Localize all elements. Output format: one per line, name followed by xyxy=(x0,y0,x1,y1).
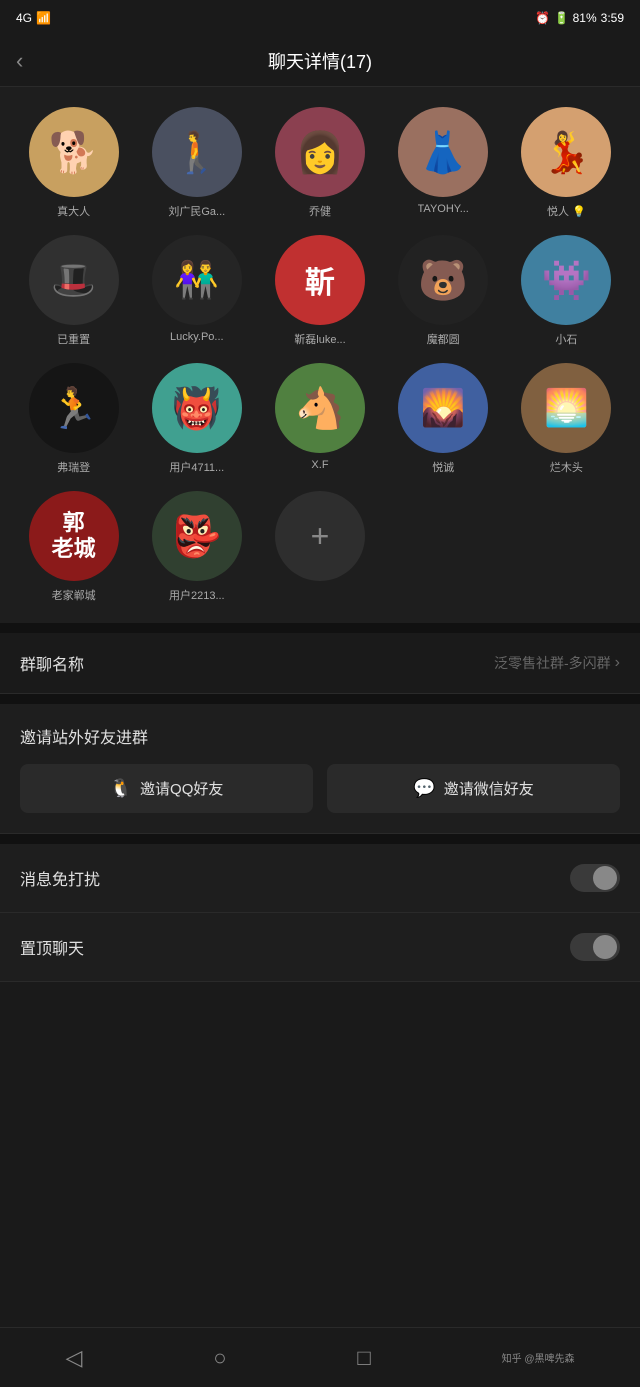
member-avatar: 靳 xyxy=(275,235,365,325)
wifi-icon: 📶 xyxy=(36,11,51,25)
nav-recents[interactable]: □ xyxy=(357,1345,370,1371)
wechat-icon: 💬 xyxy=(413,778,435,799)
member-avatar: 💃 xyxy=(521,107,611,197)
member-item[interactable]: 郭 老城老家郸城 xyxy=(16,491,131,603)
member-name: 弗瑞登 xyxy=(57,459,90,475)
member-item[interactable]: 🌅 烂木头 xyxy=(509,363,624,475)
member-name: 靳磊luke... xyxy=(294,331,345,347)
divider-2 xyxy=(0,694,640,704)
member-avatar: 👹 xyxy=(152,363,242,453)
member-name: 魔都圆 xyxy=(427,331,460,347)
member-avatar: 👫 xyxy=(152,235,242,325)
member-avatar: 👺 xyxy=(152,491,242,581)
chevron-icon: › xyxy=(615,654,620,672)
time: 3:59 xyxy=(601,11,624,25)
add-member-item[interactable]: + xyxy=(262,491,377,603)
status-right: ⏰ 🔋 81% 3:59 xyxy=(535,11,624,25)
member-avatar: 👾 xyxy=(521,235,611,325)
member-item[interactable]: 👾 小石 xyxy=(509,235,624,347)
nav-home[interactable]: ○ xyxy=(213,1345,226,1371)
nav-brand: 知乎 @黑啤先森 xyxy=(502,1350,575,1365)
member-avatar: 🐻 xyxy=(398,235,488,325)
nav-back-icon: ◁ xyxy=(65,1345,82,1371)
member-name: X.F xyxy=(311,459,328,471)
member-name: 已重置 xyxy=(57,331,90,347)
nav-brand-label: 知乎 @黑啤先森 xyxy=(502,1350,575,1365)
member-name: 乔健 xyxy=(309,203,331,219)
back-button[interactable]: ‹ xyxy=(16,48,23,74)
member-name: 真大人 xyxy=(57,203,90,219)
member-item[interactable]: 💃 悦人 💡 xyxy=(509,107,624,219)
invite-buttons: 🐧 邀请QQ好友 💬 邀请微信好友 xyxy=(20,764,620,813)
member-item[interactable]: 👫 Lucky.Po... xyxy=(139,235,254,347)
member-item[interactable]: 👺 用户2213... xyxy=(139,491,254,603)
member-name: TAYOHY... xyxy=(418,203,469,215)
alarm-icon: ⏰ xyxy=(535,11,550,25)
member-name: 刘广民Ga... xyxy=(168,203,225,219)
members-grid: 🐕 真大人 🚶 刘广民Ga... 👩 乔健 👗 TAYOHY... 💃 悦人 💡 🎩 已重置 👫 Luck… xyxy=(16,107,624,603)
member-avatar: 🎩 xyxy=(29,235,119,325)
member-item[interactable]: 🐕 真大人 xyxy=(16,107,131,219)
member-name: Lucky.Po... xyxy=(170,331,224,343)
member-name: 老家郸城 xyxy=(52,587,96,603)
member-item[interactable]: 🏃 弗瑞登 xyxy=(16,363,131,475)
member-item[interactable]: 靳靳磊luke... xyxy=(262,235,377,347)
nav-back[interactable]: ◁ xyxy=(65,1345,82,1371)
bottom-spacer xyxy=(0,982,640,1062)
divider-1 xyxy=(0,623,640,633)
invite-qq-button[interactable]: 🐧 邀请QQ好友 xyxy=(20,764,313,813)
bottom-nav: ◁ ○ □ 知乎 @黑啤先森 xyxy=(0,1327,640,1387)
signal-icon: 4G xyxy=(16,11,32,25)
member-avatar: 👩 xyxy=(275,107,365,197)
member-item[interactable]: 🚶 刘广民Ga... xyxy=(139,107,254,219)
member-name: 烂木头 xyxy=(550,459,583,475)
nav-home-icon: ○ xyxy=(213,1345,226,1371)
group-name-value: 泛零售社群-多闪群 › xyxy=(494,653,620,673)
mute-row: 消息免打扰 xyxy=(0,844,640,913)
add-member-button[interactable]: + xyxy=(275,491,365,581)
member-avatar: 👗 xyxy=(398,107,488,197)
mute-toggle-thumb xyxy=(593,866,617,890)
member-avatar: 郭 老城 xyxy=(29,491,119,581)
member-name: 用户2213... xyxy=(169,587,225,603)
member-avatar: 🐴 xyxy=(275,363,365,453)
nav-recents-icon: □ xyxy=(357,1345,370,1371)
member-item[interactable]: 👗 TAYOHY... xyxy=(386,107,501,219)
pin-toggle[interactable] xyxy=(570,933,620,961)
mute-label: 消息免打扰 xyxy=(20,866,100,890)
pin-row: 置顶聊天 xyxy=(0,913,640,982)
member-name: 悦人 💡 xyxy=(547,203,586,219)
invite-title: 邀请站外好友进群 xyxy=(20,724,620,748)
member-name: 悦诚 xyxy=(432,459,454,475)
member-avatar: 🚶 xyxy=(152,107,242,197)
status-left: 4G 📶 xyxy=(16,11,51,25)
pin-label: 置顶聊天 xyxy=(20,935,84,959)
member-item[interactable]: 🌄 悦诚 xyxy=(386,363,501,475)
member-item[interactable]: 👹 用户4711... xyxy=(139,363,254,475)
header: ‹ 聊天详情(17) xyxy=(0,36,640,87)
members-section: 🐕 真大人 🚶 刘广民Ga... 👩 乔健 👗 TAYOHY... 💃 悦人 💡 🎩 已重置 👫 Luck… xyxy=(0,87,640,623)
member-item[interactable]: 👩 乔健 xyxy=(262,107,377,219)
member-avatar: 🌅 xyxy=(521,363,611,453)
invite-wechat-button[interactable]: 💬 邀请微信好友 xyxy=(327,764,620,813)
mute-toggle[interactable] xyxy=(570,864,620,892)
qq-icon: 🐧 xyxy=(110,778,132,799)
member-item[interactable]: 🐴 X.F xyxy=(262,363,377,475)
invite-section: 邀请站外好友进群 🐧 邀请QQ好友 💬 邀请微信好友 xyxy=(0,704,640,834)
member-name: 小石 xyxy=(555,331,577,347)
pin-toggle-thumb xyxy=(593,935,617,959)
page-title: 聊天详情(17) xyxy=(268,48,372,74)
member-name: 用户4711... xyxy=(169,459,224,475)
member-item[interactable]: 🎩 已重置 xyxy=(16,235,131,347)
status-bar: 4G 📶 ⏰ 🔋 81% 3:59 xyxy=(0,0,640,36)
member-avatar: 🏃 xyxy=(29,363,119,453)
divider-3 xyxy=(0,834,640,844)
group-name-label: 群聊名称 xyxy=(20,651,84,675)
member-avatar: 🌄 xyxy=(398,363,488,453)
member-item[interactable]: 🐻 魔都圆 xyxy=(386,235,501,347)
battery-icon: 🔋 81% xyxy=(554,11,596,25)
member-avatar: 🐕 xyxy=(29,107,119,197)
group-name-row[interactable]: 群聊名称 泛零售社群-多闪群 › xyxy=(0,633,640,694)
